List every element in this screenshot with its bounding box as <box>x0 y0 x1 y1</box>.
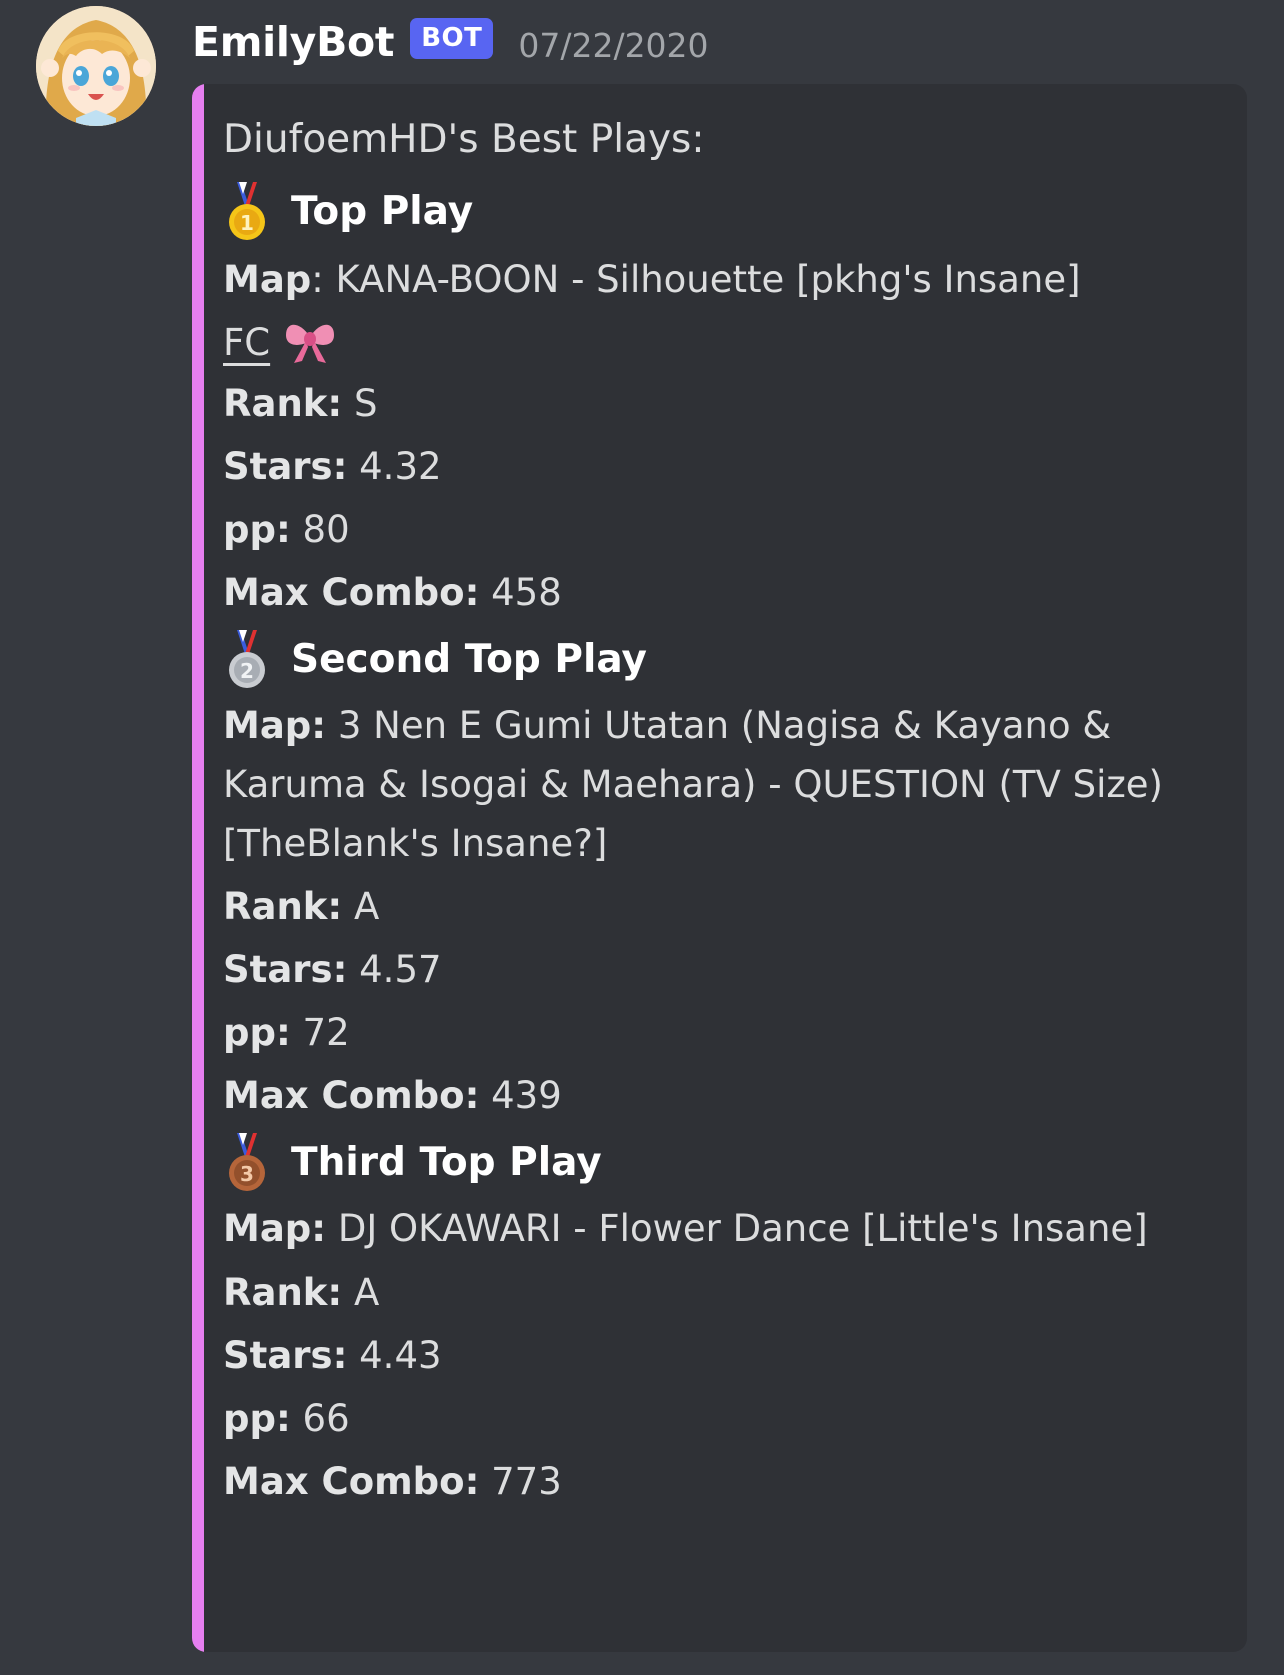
play-heading: 2 Second Top Play <box>223 624 1207 696</box>
combo-label: Max Combo: <box>223 1074 480 1117</box>
combo-line: Max Combo: 773 <box>223 1450 1207 1513</box>
map-line: Map: KANA-BOON - Silhouette [pkhg's Insa… <box>223 258 1081 301</box>
rank-value: A <box>353 1271 380 1314</box>
stars-value: 4.57 <box>359 948 442 991</box>
combo-value: 773 <box>491 1460 562 1503</box>
map-label: Map: <box>223 704 327 747</box>
rank-value: S <box>353 382 378 425</box>
rank-line: Rank: A <box>223 1261 1207 1324</box>
map-value: 3 Nen E Gumi Utatan (Nagisa & Kayano & K… <box>223 704 1163 865</box>
rank-line: Rank: A <box>223 875 1207 938</box>
pp-line: pp: 66 <box>223 1387 1207 1450</box>
combo-value: 458 <box>491 571 562 614</box>
stars-value: 4.32 <box>359 445 442 488</box>
message-header: EmilyBot BOT 07/22/2020 <box>192 12 709 72</box>
chat-message: EmilyBot BOT 07/22/2020 DiufoemHD's Best… <box>0 0 1284 1675</box>
svg-text:1: 1 <box>240 211 254 235</box>
combo-line: Max Combo: 458 <box>223 561 1207 624</box>
rank-label: Rank: <box>223 382 343 425</box>
map-value: KANA-BOON - Silhouette [pkhg's Insane] <box>335 258 1081 301</box>
play-heading-label: Top Play <box>291 189 474 234</box>
pp-value: 66 <box>302 1397 350 1440</box>
map-line: Map: 3 Nen E Gumi Utatan (Nagisa & Kayan… <box>223 696 1207 873</box>
username[interactable]: EmilyBot <box>192 18 394 66</box>
map-label: Map <box>223 258 312 301</box>
stars-label: Stars: <box>223 948 348 991</box>
combo-line: Max Combo: 439 <box>223 1064 1207 1127</box>
stars-line: Stars: 4.43 <box>223 1324 1207 1387</box>
stars-value: 4.43 <box>359 1334 442 1377</box>
embed-accent-bar <box>192 84 204 1652</box>
message-timestamp[interactable]: 07/22/2020 <box>518 26 708 65</box>
bot-avatar[interactable] <box>36 6 156 126</box>
anime-girl-avatar-icon <box>36 6 156 126</box>
map-line: Map: DJ OKAWARI - Flower Dance [Little's… <box>223 1199 1207 1259</box>
first-place-medal-icon: 1 <box>229 182 265 240</box>
play-heading: 1 Top Play <box>223 176 1207 248</box>
third-place-medal-icon: 3 <box>229 1133 265 1191</box>
map-value: DJ OKAWARI - Flower Dance [Little's Insa… <box>337 1207 1148 1250</box>
pp-line: pp: 72 <box>223 1001 1207 1064</box>
rank-line: Rank: S <box>223 372 1207 435</box>
rank-label: Rank: <box>223 1271 343 1314</box>
pp-label: pp: <box>223 508 291 551</box>
pp-label: pp: <box>223 1397 291 1440</box>
play-heading-label: Third Top Play <box>291 1140 602 1185</box>
map-label: Map: <box>223 1207 327 1250</box>
embed-card: DiufoemHD's Best Plays: 1 Top Play Map: … <box>192 84 1247 1652</box>
rank-value: A <box>353 885 380 928</box>
ribbon-icon <box>286 324 335 363</box>
fc-line: FC <box>223 311 1207 372</box>
svg-text:3: 3 <box>240 1162 254 1186</box>
fc-link[interactable]: FC <box>223 321 270 364</box>
embed-title: DiufoemHD's Best Plays: <box>223 117 705 162</box>
embed-description: DiufoemHD's Best Plays: 1 Top Play Map: … <box>223 84 1207 1513</box>
stars-label: Stars: <box>223 445 348 488</box>
second-place-medal-icon: 2 <box>229 630 265 688</box>
stars-label: Stars: <box>223 1334 348 1377</box>
stars-line: Stars: 4.32 <box>223 435 1207 498</box>
pp-label: pp: <box>223 1011 291 1054</box>
rank-label: Rank: <box>223 885 343 928</box>
bot-tag-badge: BOT <box>410 17 494 59</box>
pp-value: 80 <box>302 508 350 551</box>
combo-label: Max Combo: <box>223 1460 480 1503</box>
svg-text:2: 2 <box>240 659 254 683</box>
play-heading: 3 Third Top Play <box>223 1127 1207 1199</box>
stars-line: Stars: 4.57 <box>223 938 1207 1001</box>
pp-value: 72 <box>302 1011 350 1054</box>
combo-label: Max Combo: <box>223 571 480 614</box>
combo-value: 439 <box>491 1074 562 1117</box>
pp-line: pp: 80 <box>223 498 1207 561</box>
play-heading-label: Second Top Play <box>291 637 647 682</box>
